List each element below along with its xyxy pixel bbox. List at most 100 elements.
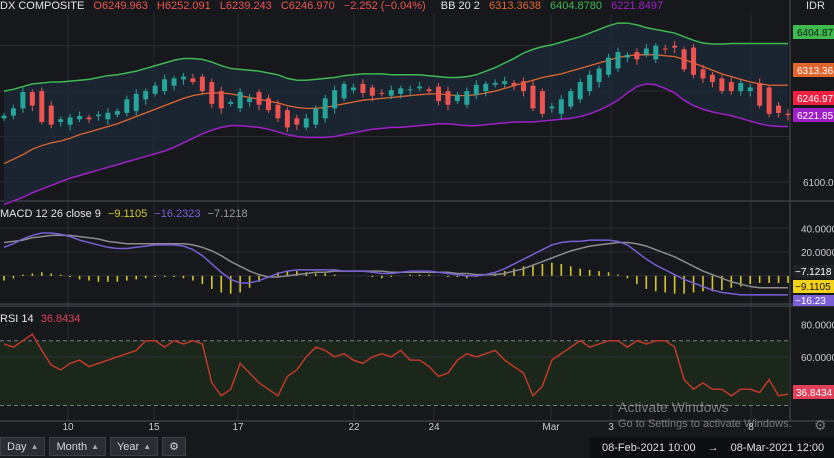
candle-up (303, 118, 309, 128)
candle-up (95, 114, 101, 117)
candle-up (653, 45, 659, 60)
candle-down (360, 83, 366, 93)
candle-down (218, 91, 224, 109)
candle-up (124, 99, 130, 113)
candle-down (426, 89, 432, 92)
candle-up (643, 48, 649, 55)
chart-stage[interactable]: 6100.000 6404.87 6313.36 6246.97 6221.85 40.0… (0, 0, 834, 458)
candle-up (180, 76, 186, 80)
candle-up (20, 92, 26, 109)
candle-up (143, 91, 149, 100)
candle-up (558, 99, 564, 114)
symbol-label: DX COMPOSITE (0, 0, 85, 12)
close-value: C6246.970 (280, 0, 335, 12)
candle-up (388, 90, 394, 96)
candle-up (237, 92, 243, 109)
year-label: Year (116, 440, 140, 453)
candle-up (407, 89, 413, 91)
candle-down (445, 91, 451, 105)
candle-up (114, 111, 120, 115)
chevron-up-icon: ▲ (143, 442, 152, 451)
candle-down (275, 104, 281, 119)
candle-down (662, 48, 668, 50)
candle-down (209, 82, 215, 104)
candle-up (332, 90, 338, 109)
change-value: −2.252 (−0.04%) (343, 0, 426, 12)
candle-up (577, 82, 583, 100)
date-range-display[interactable]: 08-Feb-2021 10:00 → 08-Mar-2021 12:00 (590, 437, 834, 458)
x-axis-label-5: Mar (542, 422, 560, 433)
candle-up (615, 52, 621, 69)
bb-lower-value: 6221.8497 (611, 0, 664, 12)
rsi-tick-60: 60.0000 (801, 353, 834, 364)
chevron-up-icon: ▲ (91, 442, 99, 451)
candle-up (502, 81, 508, 84)
candle-down (294, 118, 300, 125)
candle-down (284, 110, 290, 128)
rsi-label: RSI 14 (0, 313, 34, 325)
x-axis-label-4: 24 (428, 422, 440, 433)
candle-up (492, 82, 498, 85)
open-value: O6249.963 (93, 0, 148, 12)
x-axis-label-1: 15 (148, 422, 160, 433)
candle-down (369, 87, 375, 96)
chart-canvas[interactable]: 6100.000 6404.87 6313.36 6246.97 6221.85 40.0… (0, 0, 834, 458)
candle-down (785, 113, 791, 116)
candle-up (105, 112, 111, 120)
macd-tag-a: −7.1218 (795, 267, 832, 278)
candle-down (256, 92, 262, 105)
month-dropdown[interactable]: Month ▲ (49, 437, 106, 456)
candle-down (521, 81, 527, 92)
settings-gear-icon[interactable]: ⚙ (814, 417, 827, 434)
high-value: H6252.091 (156, 0, 211, 12)
macd-tick-40: 40.0000 (801, 224, 834, 235)
candle-up (417, 86, 423, 89)
year-dropdown[interactable]: Year ▲ (109, 437, 159, 456)
x-axis-label-2: 17 (232, 422, 244, 433)
candle-up (606, 57, 612, 75)
candle-up (747, 87, 753, 92)
candle-up (596, 68, 602, 83)
activate-windows-subtitle: Go to Settings to activate Windows. (618, 418, 792, 430)
price-tick-6100: 6100.000 (803, 178, 834, 189)
rsi-tick-80: 80.0000 (801, 320, 834, 331)
candle-up (350, 87, 356, 91)
candle-down (539, 91, 545, 114)
chevron-up-icon: ▲ (30, 442, 39, 451)
bb-mid-value: 6313.3638 (488, 0, 541, 12)
price-tag-mid: 6313.36 (797, 66, 834, 77)
low-value: L6239.243 (219, 0, 272, 12)
macd-tick-20: 20.0000 (801, 248, 834, 259)
candle-down (634, 52, 640, 60)
x-axis-label-6: 3 (608, 422, 614, 433)
range-arrow-icon: → (707, 441, 719, 454)
rsi-tag: 36.8434 (796, 388, 833, 399)
gear-icon: ⚙ (169, 441, 180, 453)
macd-value-3: −7.1218 (207, 208, 248, 220)
day-dropdown[interactable]: Day ▲ (0, 437, 46, 456)
macd-tag-b: −9.1105 (795, 282, 831, 293)
candle-down (672, 45, 678, 48)
candle-up (162, 79, 168, 92)
candle-down (728, 82, 734, 92)
timeframe-toolbar: Day ▲ Month ▲ Year ▲ ⚙ (0, 437, 187, 458)
candle-up (473, 84, 479, 95)
month-label: Month (56, 440, 88, 453)
candle-up (1, 115, 7, 119)
settings-button[interactable]: ⚙ (162, 437, 187, 456)
candle-down (511, 82, 517, 86)
x-axis-label-0: 10 (62, 422, 74, 433)
candle-down (436, 86, 442, 102)
candle-down (719, 78, 725, 92)
candle-down (709, 74, 715, 83)
candle-down (691, 47, 697, 75)
price-tag-lower: 6221.85 (797, 111, 834, 122)
candle-up (228, 102, 234, 104)
macd-label: MACD 12 26 close 9 (0, 208, 101, 220)
candle-down (681, 49, 687, 70)
currency-label: IDR (806, 0, 825, 12)
activate-windows-title: Activate Windows (618, 399, 729, 415)
price-tag-close: 6246.97 (797, 94, 834, 105)
candle-up (454, 94, 460, 102)
price-info-row: DX COMPOSITE O6249.963 H6252.091 L6239.2… (0, 0, 669, 14)
